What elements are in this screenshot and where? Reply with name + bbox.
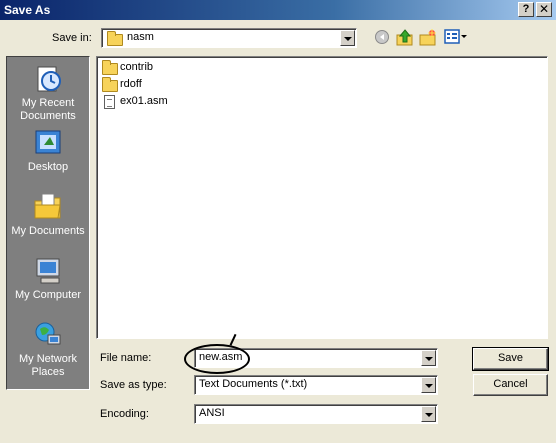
save-in-combo[interactable]: nasm bbox=[101, 28, 357, 48]
save-in-label: Save in: bbox=[52, 32, 92, 44]
file-name: rdoff bbox=[120, 78, 142, 90]
file-name: ex01.asm bbox=[120, 95, 168, 107]
file-name-label: File name: bbox=[100, 352, 152, 364]
encoding-value: ANSI bbox=[199, 407, 225, 419]
encoding-combo[interactable]: ANSI bbox=[194, 404, 438, 424]
annotation-circle bbox=[184, 344, 250, 374]
place-desktop[interactable]: Desktop bbox=[7, 127, 89, 174]
chevron-down-icon[interactable] bbox=[421, 377, 436, 393]
places-bar: My Recent Documents Desktop My Documents bbox=[6, 56, 90, 390]
desktop-icon bbox=[35, 130, 61, 154]
chevron-down-icon[interactable] bbox=[421, 350, 436, 366]
views-menu-icon[interactable] bbox=[444, 29, 468, 45]
place-label: My Documents bbox=[11, 225, 85, 237]
chevron-down-icon[interactable] bbox=[340, 30, 355, 46]
save-as-type-combo[interactable]: Text Documents (*.txt) bbox=[194, 375, 438, 395]
document-icon bbox=[104, 95, 115, 109]
new-folder-icon[interactable] bbox=[419, 29, 437, 47]
place-recent-documents[interactable]: My Recent Documents bbox=[7, 63, 89, 123]
place-my-documents[interactable]: My Documents bbox=[7, 191, 89, 238]
folder-icon bbox=[102, 77, 118, 92]
place-label: My Network Places bbox=[18, 353, 78, 378]
chevron-down-icon[interactable] bbox=[421, 406, 436, 422]
window-title: Save As bbox=[4, 3, 51, 17]
place-network-places[interactable]: My Network Places bbox=[7, 319, 89, 379]
save-as-type-label: Save as type: bbox=[100, 379, 167, 391]
title-bar[interactable]: Save As ? ✕ bbox=[0, 0, 556, 20]
network-places-icon bbox=[35, 322, 61, 345]
file-name: contrib bbox=[120, 61, 154, 73]
encoding-label: Encoding: bbox=[100, 408, 149, 420]
recent-documents-icon bbox=[37, 66, 61, 92]
close-button[interactable]: ✕ bbox=[536, 2, 552, 17]
save-in-value: nasm bbox=[127, 31, 154, 43]
place-label: Desktop bbox=[27, 161, 69, 173]
place-label: My Computer bbox=[14, 289, 82, 301]
place-label: My Recent Documents bbox=[20, 97, 76, 122]
up-folder-icon[interactable] bbox=[396, 29, 414, 47]
place-my-computer[interactable]: My Computer bbox=[7, 255, 89, 302]
folder-icon bbox=[107, 31, 123, 46]
cancel-button[interactable]: Cancel bbox=[473, 374, 548, 396]
help-button[interactable]: ? bbox=[518, 2, 534, 17]
save-as-type-value: Text Documents (*.txt) bbox=[199, 378, 308, 390]
save-button[interactable]: Save bbox=[472, 347, 549, 371]
file-list[interactable]: contrib rdoff ex01.asm bbox=[96, 56, 548, 339]
folder-icon bbox=[102, 60, 118, 75]
save-as-dialog: Save As ? ✕ Save in: nasm My Recent Docu… bbox=[0, 0, 556, 443]
my-documents-icon bbox=[34, 193, 61, 219]
my-computer-icon bbox=[36, 258, 60, 284]
back-icon[interactable] bbox=[374, 29, 390, 45]
